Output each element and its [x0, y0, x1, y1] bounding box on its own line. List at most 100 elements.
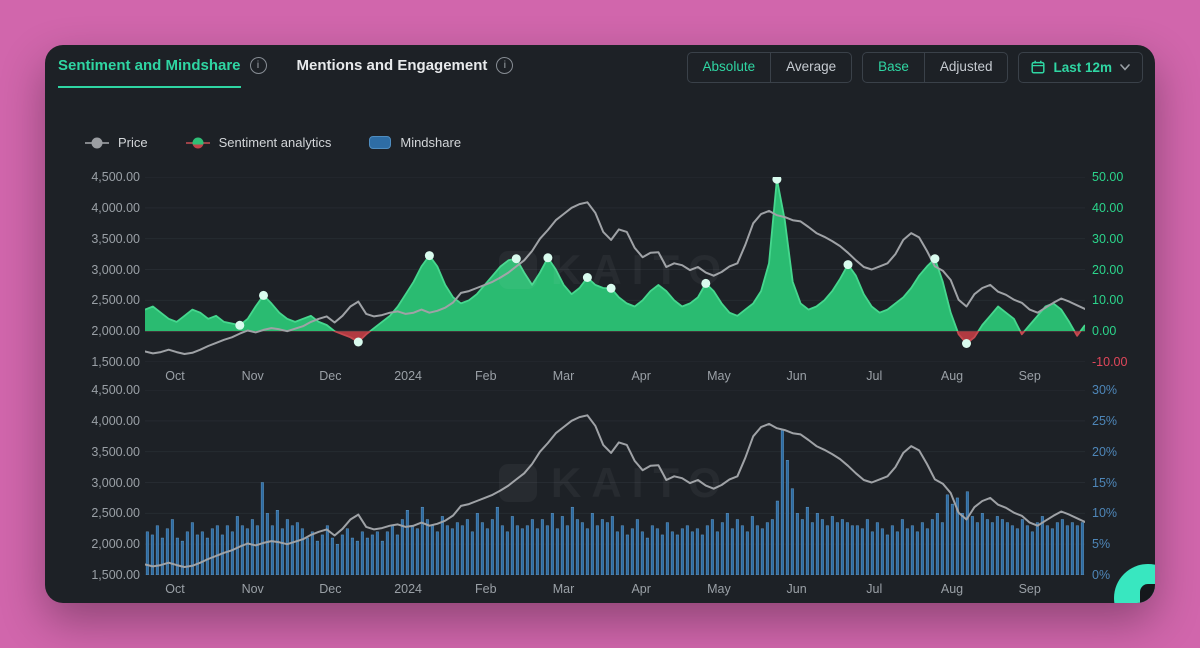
info-icon[interactable]: i: [496, 57, 513, 74]
plot-area[interactable]: KAITO: [145, 177, 1085, 362]
price-line-swatch-icon: [85, 142, 109, 144]
period-selector[interactable]: Last 12m: [1018, 52, 1143, 83]
sentiment-marker-dot[interactable]: [701, 279, 710, 288]
x-axis-label: Dec: [319, 582, 341, 596]
x-axis-label: Jul: [866, 582, 882, 596]
x-axis-label: Sep: [1019, 582, 1041, 596]
tab-label: Sentiment and Mindshare: [58, 57, 241, 74]
info-icon[interactable]: i: [250, 57, 267, 74]
x-axis-label: Aug: [941, 582, 963, 596]
axis-tick: 2,500.00: [91, 506, 140, 520]
axis-tick: 20.00: [1092, 263, 1123, 277]
x-axis-label: Dec: [319, 369, 341, 383]
axis-tick: 4,000.00: [91, 414, 140, 428]
axis-tick: 3,500.00: [91, 445, 140, 459]
tab-sentiment-and-mindshare[interactable]: Sentiment and Mindshare i: [58, 57, 267, 74]
sentiment-marker-dot[interactable]: [607, 284, 616, 293]
axis-tick: 1,500.00: [91, 568, 140, 582]
chart-controls: Absolute Average Base Adjusted Last 12m: [687, 52, 1143, 83]
x-axis-label: Mar: [553, 369, 575, 383]
x-axis-label: Jul: [866, 369, 882, 383]
x-axis-label: Nov: [242, 369, 264, 383]
tab-mentions-and-engagement[interactable]: Mentions and Engagement i: [297, 57, 514, 74]
mindshare-price-chart: 4,500.004,000.003,500.003,000.002,500.00…: [45, 390, 1155, 600]
axis-tick: 2,000.00: [91, 324, 140, 338]
x-axis-label: May: [707, 369, 731, 383]
axis-tick: 5%: [1092, 537, 1110, 551]
x-axis-label: Jun: [787, 582, 807, 596]
axis-tick: 0.00: [1092, 324, 1116, 338]
mindshare-bar-swatch-icon: [369, 136, 391, 149]
period-label: Last 12m: [1053, 60, 1112, 75]
x-axis-label: 2024: [394, 369, 422, 383]
analytics-card: Sentiment and Mindshare i Mentions and E…: [45, 45, 1155, 603]
x-axis-label: Feb: [475, 582, 497, 596]
sentiment-marker-dot[interactable]: [962, 339, 971, 348]
legend-label: Price: [118, 135, 148, 150]
legend-item-sentiment[interactable]: Sentiment analytics: [186, 135, 332, 150]
x-axis-label: Oct: [165, 582, 184, 596]
sentiment-marker-dot[interactable]: [259, 291, 268, 300]
assistant-logo-icon: [1140, 584, 1155, 603]
axis-tick: 15%: [1092, 476, 1117, 490]
axis-tick: 4,500.00: [91, 170, 140, 184]
tab-bar: Sentiment and Mindshare i Mentions and E…: [58, 57, 513, 74]
sentiment-marker-dot[interactable]: [512, 254, 521, 263]
axis-tick: -10.00: [1092, 355, 1127, 369]
axis-tick: 10.00: [1092, 293, 1123, 307]
chart-legend: Price Sentiment analytics Mindshare: [85, 135, 461, 150]
axis-tick: 20%: [1092, 445, 1117, 459]
axis-tick: 30%: [1092, 383, 1117, 397]
sentiment-marker-dot[interactable]: [543, 253, 552, 262]
x-axis-label: Nov: [242, 582, 264, 596]
sentiment-price-chart: 4,500.004,000.003,500.003,000.002,500.00…: [45, 177, 1155, 387]
sentiment-chart-svg: [145, 177, 1085, 362]
absolute-button[interactable]: Absolute: [688, 53, 771, 82]
axis-tick: 30.00: [1092, 232, 1123, 246]
x-axis-label: Mar: [553, 582, 575, 596]
x-axis-label: 2024: [394, 582, 422, 596]
axis-tick: 50.00: [1092, 170, 1123, 184]
axis-tick: 1,500.00: [91, 355, 140, 369]
axis-tick: 25%: [1092, 414, 1117, 428]
base-button[interactable]: Base: [863, 53, 924, 82]
x-axis-label: May: [707, 582, 731, 596]
average-button[interactable]: Average: [770, 53, 851, 82]
right-axis-ticks: 30%25%20%15%10%5%0%: [1092, 390, 1154, 575]
x-axis-label: Aug: [941, 369, 963, 383]
axis-tick: 40.00: [1092, 201, 1123, 215]
left-axis-ticks: 4,500.004,000.003,500.003,000.002,500.00…: [45, 390, 140, 575]
x-axis-label: Jun: [787, 369, 807, 383]
sentiment-dot-swatch-icon: [186, 142, 210, 144]
calendar-icon: [1031, 60, 1045, 74]
sentiment-marker-dot[interactable]: [930, 254, 939, 263]
sentiment-marker-dot[interactable]: [583, 273, 592, 282]
legend-label: Sentiment analytics: [219, 135, 332, 150]
view-mode-group: Absolute Average: [687, 52, 853, 83]
sentiment-marker-dot[interactable]: [425, 251, 434, 260]
legend-item-mindshare[interactable]: Mindshare: [369, 135, 461, 150]
left-axis-ticks: 4,500.004,000.003,500.003,000.002,500.00…: [45, 177, 140, 362]
adjusted-button[interactable]: Adjusted: [924, 53, 1008, 82]
chevron-down-icon: [1120, 64, 1130, 71]
sentiment-marker-dot[interactable]: [354, 338, 363, 347]
right-axis-ticks: 50.0040.0030.0020.0010.000.00-10.00: [1092, 177, 1154, 362]
axis-tick: 0%: [1092, 568, 1110, 582]
plot-area[interactable]: KAITO: [145, 390, 1085, 575]
sentiment-marker-dot[interactable]: [235, 321, 244, 330]
axis-tick: 4,500.00: [91, 383, 140, 397]
axis-tick: 3,000.00: [91, 263, 140, 277]
x-axis-labels: OctNovDec2024FebMarAprMayJunJulAugSep: [145, 369, 1085, 385]
x-axis-label: Sep: [1019, 369, 1041, 383]
sentiment-marker-dot[interactable]: [844, 260, 853, 269]
x-axis-label: Feb: [475, 369, 497, 383]
legend-label: Mindshare: [400, 135, 461, 150]
mindshare-chart-svg: [145, 390, 1085, 575]
legend-item-price[interactable]: Price: [85, 135, 148, 150]
x-axis-label: Apr: [631, 582, 650, 596]
tab-label: Mentions and Engagement: [297, 57, 488, 74]
sentiment-marker-dot[interactable]: [772, 177, 781, 184]
x-axis-label: Apr: [631, 369, 650, 383]
x-axis-labels: Oct Nov Dec 2024 Feb Mar Apr May Jun Jul Aug Sep: [145, 582, 1085, 598]
axis-tick: 2,000.00: [91, 537, 140, 551]
